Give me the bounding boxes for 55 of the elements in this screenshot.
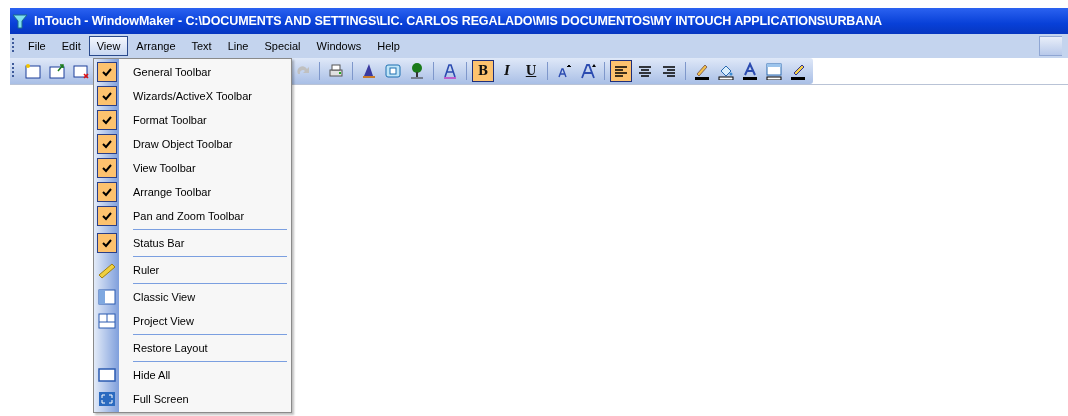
window-title: InTouch - WindowMaker - C:\DOCUMENTS AND SETTINGS\LIC. CARLOS REGALADO\MIS DOCUMENTOS\MY INTOUCH APPLICATIONS\URBANA <box>34 14 882 28</box>
menu-item[interactable]: Arrange Toolbar <box>94 180 291 204</box>
text-color-icon <box>741 62 759 80</box>
check-icon <box>102 67 112 77</box>
menu-item[interactable]: Help <box>369 36 408 56</box>
check-icon <box>102 115 112 125</box>
full-screen-icon <box>97 389 117 409</box>
menu-item[interactable]: Windows <box>308 36 370 56</box>
menu-item[interactable]: Line <box>219 36 257 56</box>
app-icon <box>12 13 28 29</box>
toolbar-button[interactable]: U <box>520 60 542 82</box>
check-icon <box>102 187 112 197</box>
window-color-icon <box>765 62 783 80</box>
menu-item[interactable]: Wizards/ActiveX Toolbar <box>94 84 291 108</box>
toolbar-button[interactable]: B <box>472 60 494 82</box>
menu-item[interactable]: Text <box>183 36 220 56</box>
check-icon <box>102 238 112 248</box>
pencil-icon <box>693 62 711 80</box>
menu-item[interactable]: General Toolbar <box>94 60 291 84</box>
menu-item[interactable]: File <box>20 36 54 56</box>
project-view-icon <box>97 311 117 331</box>
check-icon <box>102 211 112 221</box>
toolbar-button[interactable]: I <box>496 60 518 82</box>
menu-item[interactable]: Full Screen <box>94 387 291 411</box>
menu-item[interactable]: View Toolbar <box>94 156 291 180</box>
menu-item[interactable]: Special <box>256 36 309 56</box>
small-font-icon <box>555 62 573 80</box>
menu-item[interactable]: View <box>88 36 129 56</box>
tree-icon <box>408 62 426 80</box>
wizard-hat-icon <box>360 62 378 80</box>
menu-item[interactable]: Restore Layout <box>94 336 291 360</box>
close-window-icon <box>72 62 90 80</box>
menu-item[interactable]: Status Bar <box>94 231 291 255</box>
menu-item[interactable]: Arrange <box>128 36 184 56</box>
check-icon <box>102 163 112 173</box>
menu-item[interactable]: Pan and Zoom Toolbar <box>94 204 291 228</box>
large-font-icon <box>579 62 597 80</box>
printer-icon <box>327 62 345 80</box>
menu-item[interactable]: Draw Object Toolbar <box>94 132 291 156</box>
frame-icon <box>384 62 402 80</box>
toolbar-button[interactable] <box>610 60 632 82</box>
menu-item[interactable]: Ruler <box>94 258 291 282</box>
menu-item[interactable]: Edit <box>53 36 89 56</box>
open-window-icon <box>48 62 66 80</box>
new-window-icon <box>24 62 42 80</box>
menu-item[interactable]: Format Toolbar <box>94 108 291 132</box>
check-icon <box>102 91 112 101</box>
pen-icon <box>789 62 807 80</box>
window-icon <box>97 365 117 385</box>
menu-item[interactable]: Hide All <box>94 363 291 387</box>
check-icon <box>102 139 112 149</box>
menu-item[interactable]: Project View <box>94 309 291 333</box>
menu-item[interactable]: Classic View <box>94 285 291 309</box>
font-icon <box>441 62 459 80</box>
classic-view-icon <box>97 287 117 307</box>
